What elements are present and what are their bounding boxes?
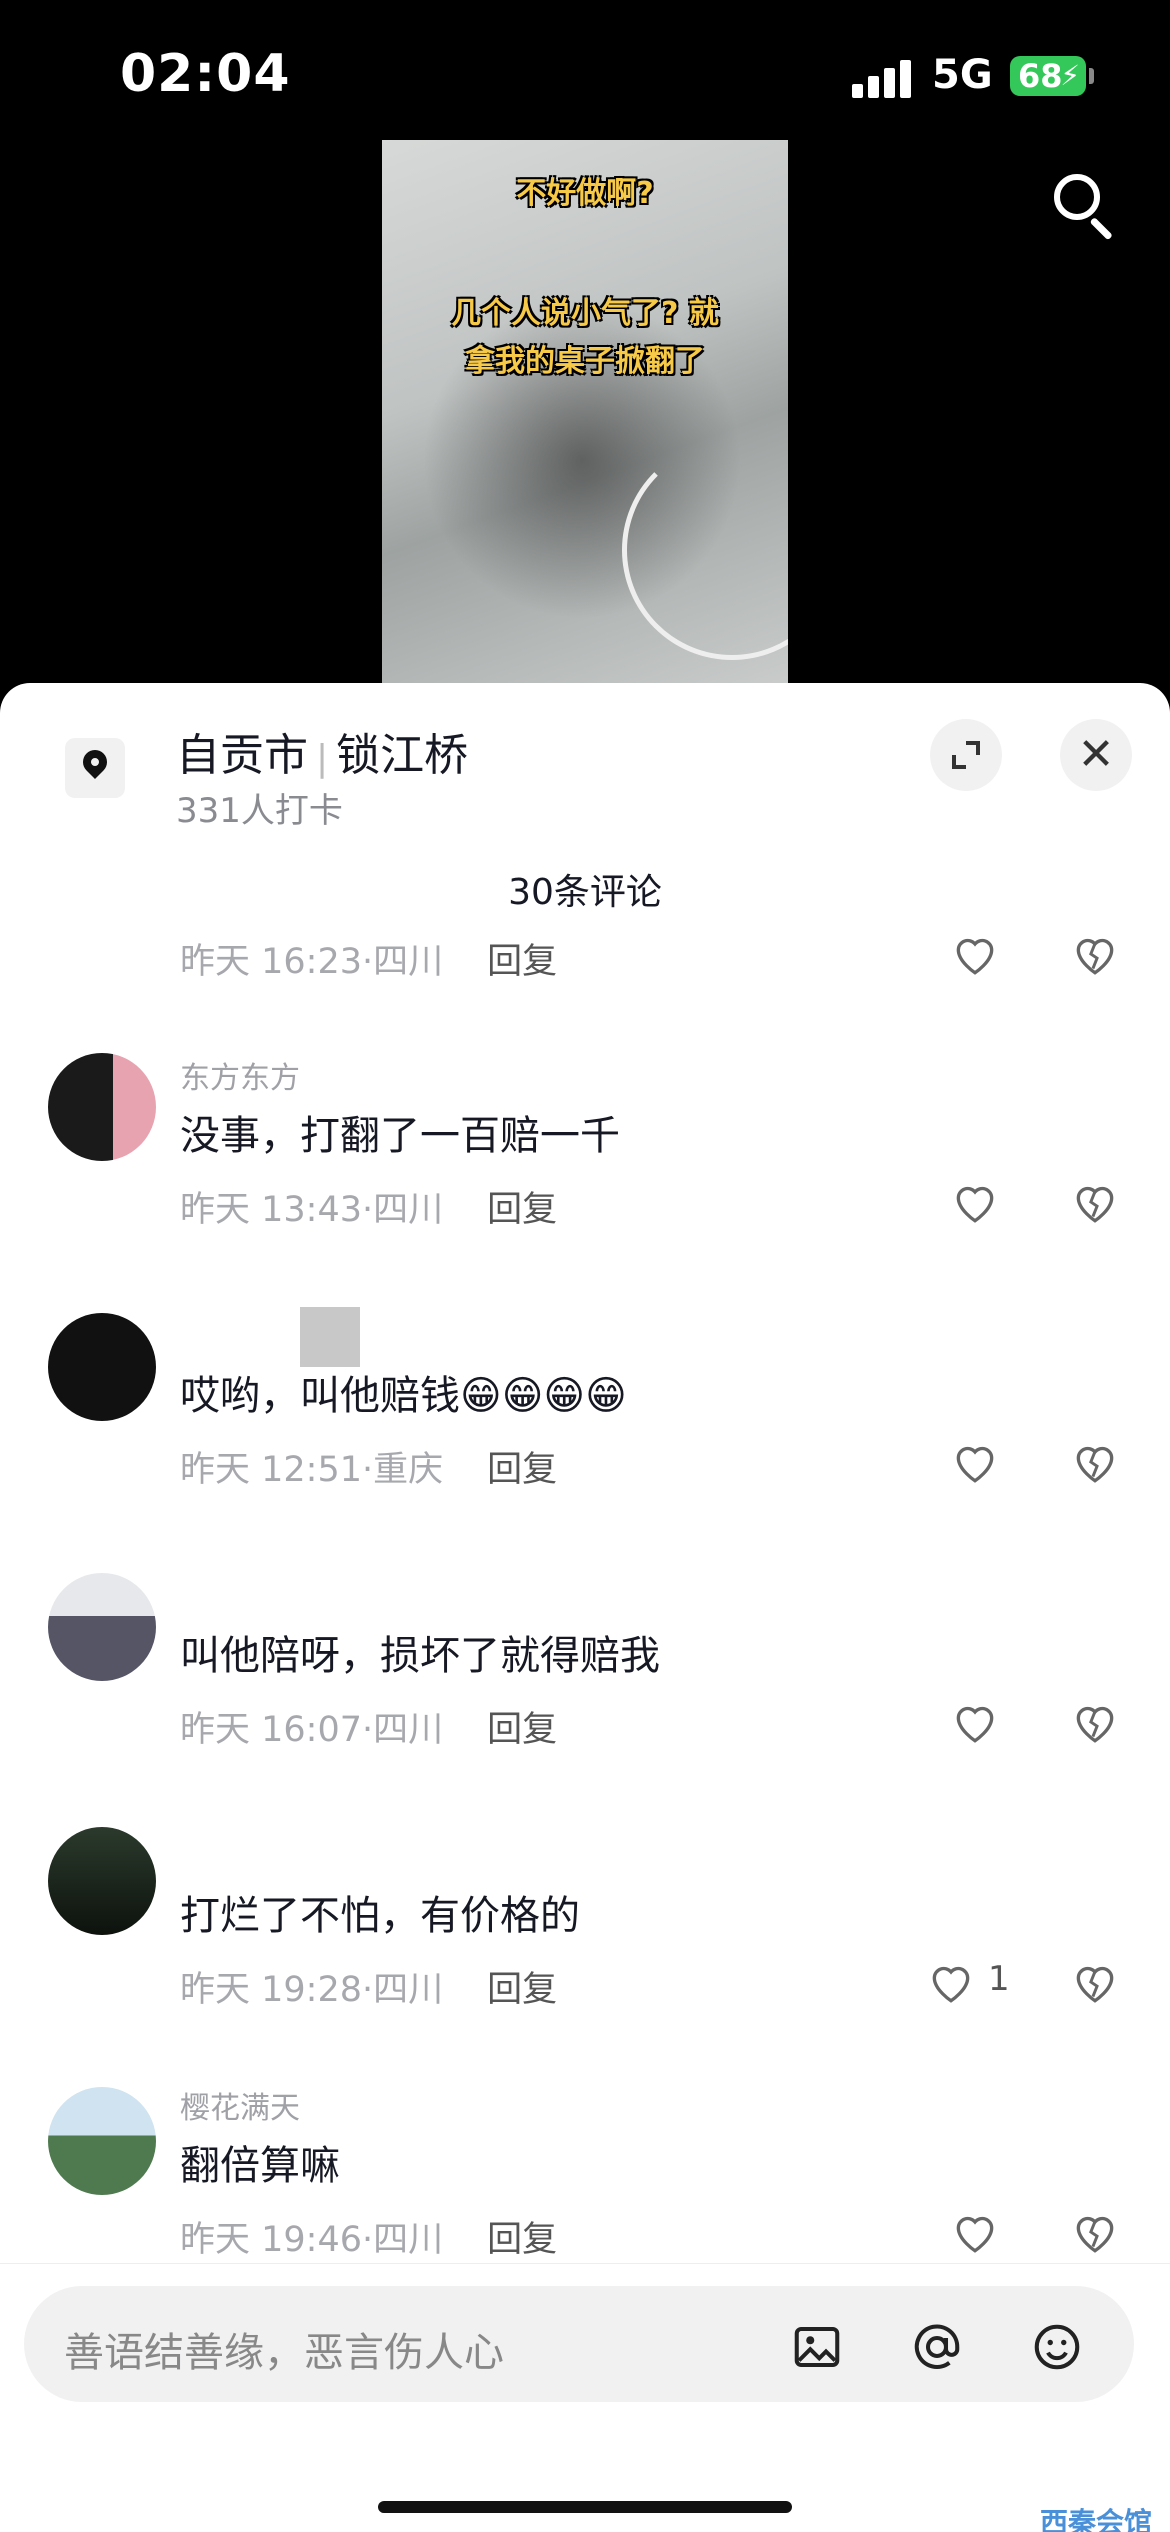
dislike-heart-icon[interactable] <box>1070 929 1120 979</box>
network-type: 5G <box>932 52 993 98</box>
comment-time: 昨天 12:51 <box>180 1450 362 1490</box>
comment-text: 哎哟，叫他赔钱😁😁😁😁 <box>180 1373 627 1419</box>
reply-button[interactable]: 回复 <box>487 942 557 982</box>
location-checkins: 331人打卡 <box>176 791 343 831</box>
comment-time: 昨天 16:07 <box>180 1710 362 1750</box>
home-indicator[interactable] <box>378 2501 792 2513</box>
dislike-heart-icon[interactable] <box>1070 1957 1120 2007</box>
comment-region: 四川 <box>373 1190 444 1230</box>
close-button[interactable]: ✕ <box>1060 719 1132 791</box>
expand-button[interactable] <box>930 719 1002 791</box>
status-bar: 02:04 5G 68 ⚡ <box>0 0 1170 150</box>
image-icon[interactable] <box>790 2320 844 2374</box>
video-caption-line1: 几个人说小气了? 就 <box>451 296 719 331</box>
reply-button[interactable]: 回复 <box>487 1190 557 1230</box>
emoji-icon[interactable] <box>1030 2320 1084 2374</box>
video-caption-top: 不好做啊? <box>516 176 654 211</box>
avatar[interactable] <box>48 1573 156 1681</box>
at-icon[interactable] <box>910 2320 964 2374</box>
comment-region: 重庆 <box>373 1450 444 1490</box>
comment-text: 翻倍算嘛 <box>180 2143 340 2189</box>
battery-icon: 68 ⚡ <box>1010 56 1086 96</box>
video-caption-line2: 拿我的桌子掀翻了 <box>465 344 705 379</box>
location-pin-icon <box>65 738 125 798</box>
comment-region: 四川 <box>373 1710 444 1750</box>
heart-icon[interactable] <box>926 1957 976 2007</box>
signal-icon <box>852 60 914 98</box>
reply-button[interactable]: 回复 <box>487 1710 557 1750</box>
comment-count: 30条评论 <box>508 872 662 913</box>
comment-region: 四川 <box>373 1970 444 2010</box>
comment-input[interactable]: 善语结善缘，恶言伤人心 <box>24 2286 1134 2402</box>
reply-button[interactable]: 回复 <box>487 2220 557 2260</box>
comment-time: 昨天 16:23 <box>180 942 362 982</box>
comment-author[interactable]: 东方东方 <box>180 1053 300 1097</box>
charging-icon: ⚡ <box>1060 59 1080 92</box>
location-place: 锁江桥 <box>336 730 469 781</box>
location-title[interactable]: 自贡市 | 锁江桥 <box>176 719 468 783</box>
heart-icon[interactable] <box>950 929 1000 979</box>
heart-icon[interactable] <box>950 1697 1000 1747</box>
comment-meta: 昨天 19:46·四川 回复 <box>180 2220 558 2260</box>
comment-text: 没事，打翻了一百赔一千 <box>180 1113 620 1159</box>
comment-text: 打烂了不怕，有价格的 <box>180 1893 580 1939</box>
dislike-heart-icon[interactable] <box>1070 1697 1120 1747</box>
comment-meta: 昨天 16:23·四川 回复 <box>180 942 558 982</box>
search-icon[interactable] <box>1050 170 1116 241</box>
comment-author[interactable]: 樱花满天 <box>180 2083 300 2127</box>
heart-icon[interactable] <box>950 2207 1000 2257</box>
battery-tip <box>1089 68 1094 84</box>
comment-meta: 昨天 19:28·四川 回复 <box>180 1970 558 2010</box>
video-player[interactable]: 不好做啊? 几个人说小气了? 就 拿我的桌子掀翻了 <box>382 140 788 685</box>
heart-icon[interactable] <box>950 1437 1000 1487</box>
close-icon: ✕ <box>1077 729 1115 780</box>
comment-region: 四川 <box>373 2220 444 2260</box>
comment-time: 昨天 19:46 <box>180 2220 362 2260</box>
reply-button[interactable]: 回复 <box>487 1450 557 1490</box>
location-city: 自贡市 <box>176 730 308 781</box>
dislike-heart-icon[interactable] <box>1070 1177 1120 1227</box>
avatar[interactable] <box>48 1053 156 1161</box>
dislike-heart-icon[interactable] <box>1070 1437 1120 1487</box>
battery-level: 68 <box>1018 57 1063 95</box>
watermark: 西秦会馆 <box>1040 2506 1153 2532</box>
like-count: 1 <box>988 1959 1010 1999</box>
comment-time: 昨天 13:43 <box>180 1190 362 1230</box>
avatar[interactable] <box>48 1827 156 1935</box>
reply-button[interactable]: 回复 <box>487 1970 557 2010</box>
status-time: 02:04 <box>120 44 291 104</box>
heart-icon[interactable] <box>950 1177 1000 1227</box>
avatar[interactable] <box>48 2087 156 2195</box>
location-separator: | <box>316 738 329 779</box>
comment-sheet: 自贡市 | 锁江桥 331人打卡 ✕ 30条评论 昨天 16:23·四川 回复 东方东… <box>0 683 1170 2532</box>
comment-time: 昨天 19:28 <box>180 1970 362 2010</box>
name-redaction <box>300 1307 360 1367</box>
comment-meta: 昨天 13:43·四川 回复 <box>180 1190 558 1230</box>
comment-meta: 昨天 12:51·重庆 回复 <box>180 1450 558 1490</box>
comment-meta: 昨天 16:07·四川 回复 <box>180 1710 558 1750</box>
comment-text: 叫他陪呀，损坏了就得赔我 <box>180 1633 660 1679</box>
comment-input-placeholder: 善语结善缘，恶言伤人心 <box>64 2330 504 2376</box>
dislike-heart-icon[interactable] <box>1070 2207 1120 2257</box>
comment-region: 四川 <box>373 942 444 982</box>
avatar[interactable] <box>48 1313 156 1421</box>
